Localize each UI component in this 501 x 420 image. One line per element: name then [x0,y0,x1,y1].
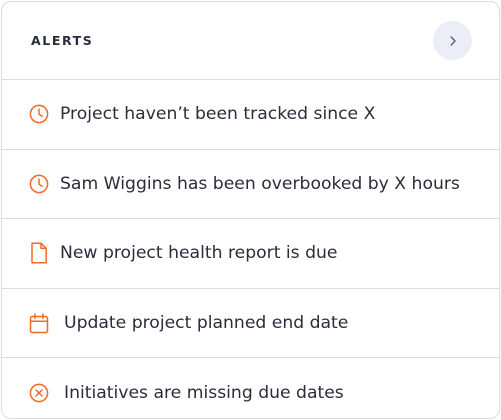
alert-item[interactable]: Project haven’t been tracked since X [2,80,499,150]
alerts-title: ALERTS [31,33,94,48]
alert-text: Project haven’t been tracked since X [60,104,376,125]
calendar-icon [28,312,50,334]
alerts-card: ALERTS Project haven’t been tracked sinc… [1,1,500,419]
alert-item[interactable]: Update project planned end date [2,289,499,359]
alert-item[interactable]: Sam Wiggins has been overbooked by X hou… [2,150,499,220]
alert-list: Project haven’t been tracked since X Sam… [2,80,499,418]
document-icon [28,242,50,265]
alert-text: Initiatives are missing due dates [64,383,344,404]
alert-text: New project health report is due [60,243,338,264]
alert-text: Update project planned end date [64,313,349,334]
alert-text: Sam Wiggins has been overbooked by X hou… [60,173,460,194]
chevron-right-icon [447,35,459,47]
alert-item[interactable]: Initiatives are missing due dates [2,358,499,418]
clock-icon [28,103,50,125]
alerts-header: ALERTS [2,2,499,80]
alert-item[interactable]: New project health report is due [2,219,499,289]
expand-alerts-button[interactable] [433,21,472,60]
clock-icon [28,173,50,195]
x-circle-icon [28,382,50,404]
